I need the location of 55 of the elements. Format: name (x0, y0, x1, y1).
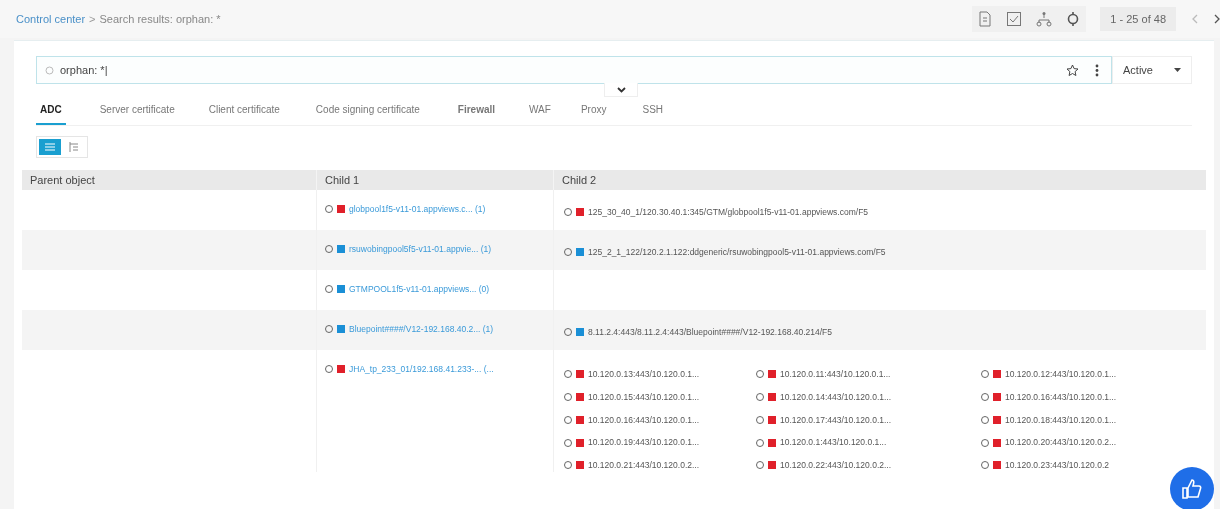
object-path: 10.120.0.13:443/10.120.0.1... (588, 368, 700, 381)
breadcrumb-current: Search results: orphan: * (99, 11, 221, 27)
object-path: 10.120.0.12:443/10.120.0.1... (1005, 368, 1117, 381)
breadcrumb-link[interactable]: Control center (16, 10, 86, 28)
tab[interactable]: Firewall (453, 95, 500, 125)
table-view-icon (45, 143, 55, 151)
object-link[interactable]: rsuwobingpool5f5-v11-01.appvie... (1) (349, 243, 492, 256)
hierarchy-icon[interactable] (1036, 11, 1053, 27)
pagination-range: 1 - 25 of 48 (1100, 7, 1176, 31)
expand-toggle[interactable] (604, 83, 638, 97)
tab[interactable]: ADC (36, 95, 66, 125)
object-path: 10.120.0.11:443/10.120.0.1... (780, 368, 891, 381)
tab[interactable]: Proxy (576, 95, 611, 125)
view-toggle-button[interactable] (39, 139, 61, 155)
object-link[interactable]: Bluepoint####/V12-192.168.40.2... (1) (349, 323, 494, 336)
object-path: 125_30_40_1/120.30.40.1:345/GTM/globpool1f5-v11-01.appviews.com/F5 (588, 206, 869, 219)
column-header: Child 2 (562, 172, 597, 188)
tab[interactable]: Server certificate (95, 95, 179, 125)
refresh-icon[interactable] (1066, 11, 1081, 27)
checkbox-icon[interactable] (1006, 11, 1023, 27)
search-field[interactable]: orphan: *| (36, 56, 1112, 84)
column-header: Parent object (30, 172, 95, 188)
search-icon (45, 65, 54, 75)
tree-view-icon (69, 142, 79, 152)
caret-icon (1174, 68, 1181, 72)
object-path: 10.120.0.20:443/10.120.0.2... (1005, 436, 1117, 449)
more-icon[interactable] (1095, 63, 1099, 77)
object-link[interactable]: GTMPOOL1f5-v11-01.appviews... (0) (349, 283, 490, 296)
object-path: 10.120.0.16:443/10.120.0.1... (1005, 390, 1117, 404)
star-icon[interactable] (1066, 63, 1079, 77)
breadcrumb-separator: > (89, 11, 96, 27)
object-path: 10.120.0.17:443/10.120.0.1... (780, 413, 892, 427)
object-path: 10.120.0.21:443/10.120.0.2... (588, 459, 700, 472)
object-path: 10.120.0.19:443/10.120.0.1... (588, 436, 700, 449)
tab[interactable]: WAF (525, 95, 555, 125)
chevron-down-icon (616, 86, 626, 93)
tab[interactable]: Code signing certificate (311, 95, 424, 125)
thumbs-up-icon (1181, 478, 1203, 500)
tab[interactable]: SSH (638, 95, 668, 125)
object-link[interactable]: globpool1f5-v11-01.appviews.c... (1) (349, 203, 486, 216)
tab[interactable]: Client certificate (204, 95, 284, 125)
object-path: 10.120.0.16:443/10.120.0.1... (588, 413, 700, 427)
object-path: 10.120.0.22:443/10.120.0.2... (780, 459, 892, 472)
object-path: 10.120.0.1:443/10.120.0.1... (780, 436, 887, 449)
object-path: 10.120.0.23:443/10.120.0.2 (1005, 459, 1109, 472)
object-link[interactable]: JHA_tp_233_01/192.168.41.233-... (... (349, 363, 494, 376)
object-path: 125_2_1_122/120.2.1.122:ddgeneric/rsuwobingpool5-v11-01.appviews.com/F5 (588, 246, 886, 259)
status-dropdown[interactable]: Active (1112, 56, 1192, 84)
document-icon[interactable] (978, 11, 993, 27)
object-path: 10.120.0.15:443/10.120.0.1... (588, 390, 700, 404)
column-header: Child 1 (325, 172, 360, 188)
next-page-icon[interactable] (1214, 14, 1220, 24)
object-path: 10.120.0.14:443/10.120.0.1... (780, 390, 892, 404)
object-path: 10.120.0.18:443/10.120.0.1... (1005, 413, 1117, 427)
object-path: 8.11.2.4:443/8.11.2.4:443/Bluepoint####/V12-192.168.40.214/F5 (588, 326, 833, 339)
